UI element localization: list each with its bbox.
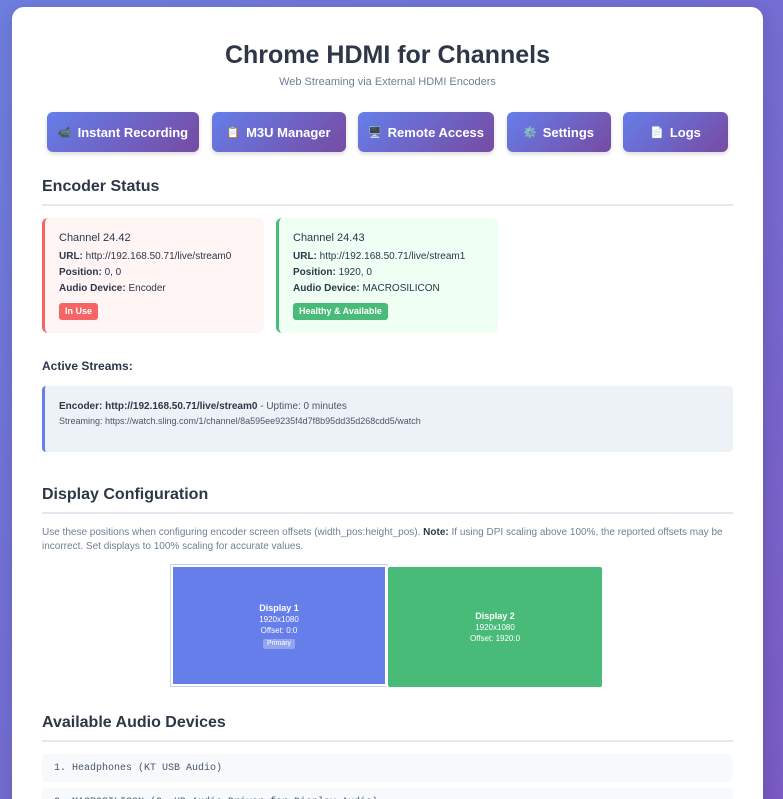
display-1-box[interactable]: Display 1 1920x1080 Offset: 0:0 Primary bbox=[171, 565, 387, 686]
encoder-url-row: URL: http://192.168.50.71/live/stream1 bbox=[293, 249, 484, 265]
settings-button[interactable]: ⚙️ Settings bbox=[506, 112, 611, 152]
remote-access-button[interactable]: 🖥️ Remote Access bbox=[358, 112, 494, 152]
remote-access-label: Remote Access bbox=[387, 124, 485, 140]
encoder-audio-device: MACROSILICON bbox=[362, 283, 440, 294]
display-resolution: 1920x1080 bbox=[259, 614, 299, 624]
stream-url: Streaming: https://watch.sling.com/1/cha… bbox=[59, 416, 421, 426]
audio-device-label: Audio Device: bbox=[59, 283, 126, 294]
active-streams-heading: Active Streams: bbox=[42, 359, 133, 373]
page-subtitle: Web Streaming via External HDMI Encoders bbox=[279, 76, 496, 88]
encoder-position: 0, 0 bbox=[104, 267, 122, 278]
encoder-url: http://192.168.50.71/live/stream0 bbox=[85, 251, 232, 262]
audio-devices-section: Available Audio Devices 1. Headphones (K… bbox=[42, 714, 733, 799]
status-badge: Healthy & Available bbox=[293, 303, 388, 320]
encoder-url-row: URL: http://192.168.50.71/live/stream0 bbox=[59, 249, 250, 265]
primary-badge: Primary bbox=[262, 638, 296, 649]
encoder-card: Channel 24.43 URL: http://192.168.50.71/… bbox=[276, 218, 498, 333]
display-name: Display 2 bbox=[475, 610, 515, 621]
display-configuration-heading: Display Configuration bbox=[42, 486, 733, 514]
encoder-position-row: Position: 1920, 0 bbox=[293, 265, 484, 281]
status-badge: In Use bbox=[59, 303, 99, 320]
encoder-url: http://192.168.50.71/live/stream1 bbox=[319, 251, 466, 262]
display-configuration-section: Display Configuration Use these position… bbox=[42, 486, 733, 690]
display-name: Display 1 bbox=[259, 602, 299, 613]
encoder-position-row: Position: 0, 0 bbox=[59, 265, 250, 281]
encoder-card: Channel 24.42 URL: http://192.168.50.71/… bbox=[42, 218, 264, 333]
clipboard-icon: 📋 bbox=[226, 126, 241, 139]
list-item: 2. MACROSILICON (2- HD Audio Driver for … bbox=[42, 788, 733, 799]
display-resolution: 1920x1080 bbox=[475, 622, 515, 632]
logs-label: Logs bbox=[669, 124, 701, 140]
note-text: Use these positions when configuring enc… bbox=[42, 527, 424, 538]
audio-device-label: Audio Device: bbox=[293, 283, 360, 294]
display-layout: Display 1 1920x1080 Offset: 0:0 Primary … bbox=[42, 565, 733, 690]
instant-recording-label: Instant Recording bbox=[77, 124, 189, 140]
encoder-status-section: Encoder Status Channel 24.42 URL: http:/… bbox=[42, 178, 733, 452]
m3u-manager-label: M3U Manager bbox=[246, 124, 331, 140]
stream-encoder-row: Encoder: http://192.168.50.71/live/strea… bbox=[59, 400, 719, 414]
position-label: Position: bbox=[59, 267, 102, 278]
m3u-manager-button[interactable]: 📋 M3U Manager bbox=[211, 112, 346, 152]
list-item: 1. Headphones (KT USB Audio) bbox=[42, 754, 733, 782]
encoder-name: Channel 24.43 bbox=[293, 232, 365, 244]
stream-uptime: - Uptime: 0 minutes bbox=[257, 401, 347, 412]
nav-bar: 📹 Instant Recording 📋 M3U Manager 🖥️ Rem… bbox=[42, 112, 733, 152]
audio-devices-heading: Available Audio Devices bbox=[42, 714, 733, 742]
display-offset: Offset: 0:0 bbox=[260, 625, 298, 635]
display-2-box[interactable]: Display 2 1920x1080 Offset: 1920:0 bbox=[386, 565, 604, 689]
encoder-audio-device: Encoder bbox=[128, 283, 166, 294]
video-camera-icon: 📹 bbox=[57, 126, 72, 139]
logs-button[interactable]: 📄 Logs bbox=[623, 112, 728, 152]
url-label: URL: bbox=[293, 251, 317, 262]
encoder-list: Channel 24.42 URL: http://192.168.50.71/… bbox=[42, 218, 733, 333]
encoder-audio-row: Audio Device: Encoder bbox=[59, 281, 250, 297]
encoder-status-heading: Encoder Status bbox=[42, 178, 733, 206]
monitor-icon: 🖥️ bbox=[367, 126, 382, 139]
active-stream-item: Encoder: http://192.168.50.71/live/strea… bbox=[42, 386, 733, 452]
display-offset: Offset: 1920:0 bbox=[469, 633, 521, 643]
encoder-audio-row: Audio Device: MACROSILICON bbox=[293, 281, 484, 297]
document-icon: 📄 bbox=[650, 126, 664, 139]
encoder-position: 1920, 0 bbox=[338, 267, 372, 278]
main-card: Chrome HDMI for Channels Web Streaming v… bbox=[12, 7, 763, 799]
note-label: Note: bbox=[423, 527, 449, 538]
settings-label: Settings bbox=[542, 124, 594, 140]
display-note: Use these positions when configuring enc… bbox=[42, 526, 733, 554]
url-label: URL: bbox=[59, 251, 83, 262]
position-label: Position: bbox=[293, 267, 336, 278]
gear-icon: ⚙️ bbox=[523, 126, 537, 139]
page-title: Chrome HDMI for Channels bbox=[224, 41, 551, 69]
instant-recording-button[interactable]: 📹 Instant Recording bbox=[47, 112, 199, 152]
encoder-name: Channel 24.42 bbox=[59, 232, 131, 244]
stream-encoder: Encoder: http://192.168.50.71/live/strea… bbox=[59, 401, 258, 412]
